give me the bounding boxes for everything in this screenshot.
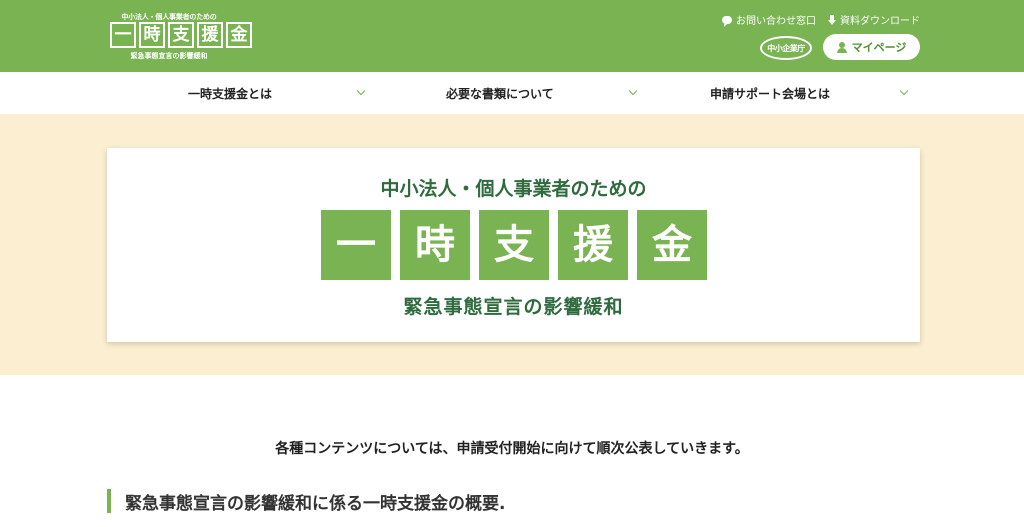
chevron-down-icon[interactable] xyxy=(356,86,366,96)
download-link-label: 資料ダウンロード xyxy=(840,16,920,27)
hero-title: 一 時 支 援 金 xyxy=(321,210,707,280)
section-heading-text: 緊急事態宣言の影響緩和に係る一時支援金の概要. xyxy=(125,493,506,514)
global-nav: 一時支援金とは 必要な書類について 申請サポート会場とは xyxy=(0,72,1024,114)
heading-accent-bar xyxy=(107,489,111,513)
nav-item-documents[interactable]: 必要な書類について xyxy=(446,72,554,114)
contact-link[interactable]: お問い合わせ窓口 xyxy=(722,12,816,27)
notice-text: 各種コンテンツについては、申請受付開始に向けて順次公表していきます。 xyxy=(275,441,749,457)
hero-section: 中小法人・個人事業者のための 一 時 支 援 金 緊急事態宣言の影響緩和 xyxy=(0,114,1024,375)
hero-subtitle: 緊急事態宣言の影響緩和 xyxy=(403,296,624,318)
chat-bubble-icon xyxy=(722,15,732,27)
download-link[interactable]: 資料ダウンロード xyxy=(828,12,920,27)
logo-bottom-text: 緊急事態宣言の影響緩和 xyxy=(130,52,208,60)
contact-link-label: お問い合わせ窓口 xyxy=(736,16,816,27)
person-icon xyxy=(836,41,847,53)
hero-title-char: 金 xyxy=(637,210,707,280)
logo-char: 支 xyxy=(168,22,194,48)
logo-title-boxes: 一 時 支 援 金 xyxy=(110,22,252,48)
nav-item-about[interactable]: 一時支援金とは xyxy=(188,72,272,114)
nav-item-label: 申請サポート会場とは xyxy=(710,86,831,101)
nav-item-support-venue[interactable]: 申請サポート会場とは xyxy=(710,72,830,114)
download-icon xyxy=(828,14,836,25)
nav-item-label: 一時支援金とは xyxy=(188,86,273,101)
logo-top-text: 中小法人・個人事業者のための xyxy=(121,13,217,21)
chevron-down-icon[interactable] xyxy=(628,86,638,96)
site-logo[interactable]: 中小法人・個人事業者のための 一 時 支 援 金 緊急事態宣言の影響緩和 xyxy=(110,12,252,60)
utility-links: お問い合わせ窓口 資料ダウンロード xyxy=(722,12,920,27)
logo-char: 一 xyxy=(110,22,136,48)
hero-title-char: 援 xyxy=(558,210,628,280)
logo-char: 援 xyxy=(197,22,223,48)
nav-item-label: 必要な書類について xyxy=(446,86,554,101)
hero-title-char: 時 xyxy=(400,210,470,280)
sme-agency-logo[interactable]: 中小企業庁 xyxy=(760,36,812,60)
logo-char: 金 xyxy=(226,22,252,48)
hero-card: 中小法人・個人事業者のための 一 時 支 援 金 緊急事態宣言の影響緩和 xyxy=(107,148,920,342)
section-heading: 緊急事態宣言の影響緩和に係る一時支援金の概要. xyxy=(107,489,506,514)
logo-char: 時 xyxy=(139,22,165,48)
chevron-down-icon[interactable] xyxy=(899,86,909,96)
mypage-button[interactable]: マイページ xyxy=(823,34,920,60)
hero-title-char: 支 xyxy=(479,210,549,280)
site-header: 中小法人・個人事業者のための 一 時 支 援 金 緊急事態宣言の影響緩和 お問い… xyxy=(0,0,1024,72)
mypage-label: マイページ xyxy=(851,41,907,54)
hero-title-char: 一 xyxy=(321,210,391,280)
hero-lead-text: 中小法人・個人事業者のための xyxy=(380,178,647,200)
